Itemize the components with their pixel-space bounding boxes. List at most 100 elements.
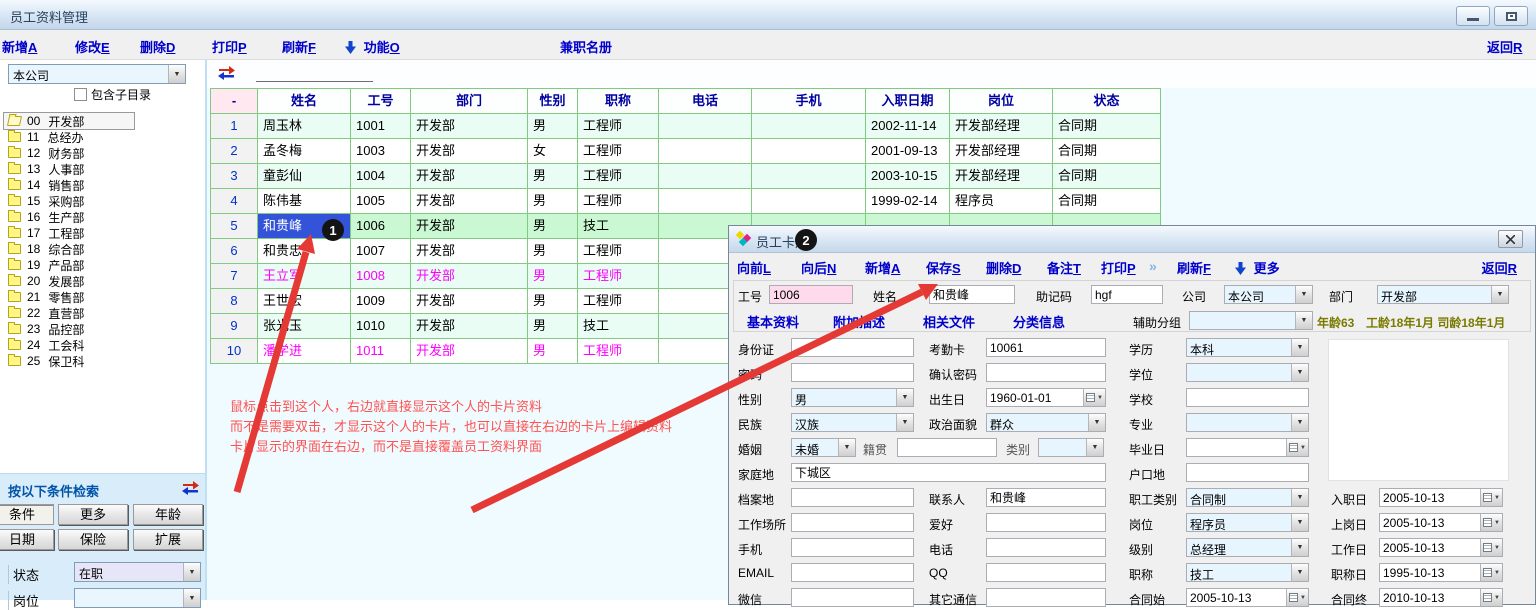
onboard-date-field[interactable]: 2005-10-13▼ — [1379, 513, 1503, 532]
cell-mobile[interactable] — [752, 189, 866, 214]
cell-dept[interactable]: 开发部 — [411, 189, 528, 214]
status-select[interactable]: 在职 ▼ — [74, 562, 201, 582]
tree-item[interactable]: 13 人事部 — [4, 161, 204, 177]
contract-start-field[interactable]: 2005-10-13▼ — [1186, 588, 1309, 607]
cell-status[interactable]: 合同期 — [1053, 114, 1161, 139]
empno-input[interactable] — [769, 285, 853, 304]
insurance-button[interactable]: 保险 — [58, 529, 128, 550]
tree-item[interactable]: 22 直营部 — [4, 305, 204, 321]
mnemonic-input[interactable] — [1091, 285, 1163, 304]
calendar-icon[interactable]: ▼ — [1480, 539, 1502, 556]
cell-id[interactable]: 1011 — [351, 339, 411, 364]
cell-hiredate[interactable]: 2001-09-13 — [866, 139, 950, 164]
card-return-button[interactable]: 返回R — [1482, 258, 1517, 277]
col-header-name[interactable]: 姓名 — [258, 89, 351, 114]
chevron-down-icon[interactable]: ▼ — [1088, 414, 1105, 431]
cell-id[interactable]: 1006 — [351, 214, 411, 239]
col-header-dept[interactable]: 部门 — [411, 89, 528, 114]
card-print-button[interactable]: 打印P — [1101, 258, 1136, 277]
cell-name[interactable]: 童彭仙 — [258, 164, 351, 189]
tree-item[interactable]: 21 零售部 — [4, 289, 204, 305]
menu-parttime-roster[interactable]: 兼职名册 — [560, 37, 612, 56]
chevron-down-icon[interactable]: ▼ — [168, 65, 185, 83]
cell-title[interactable]: 工程师 — [578, 164, 659, 189]
cell-mobile[interactable] — [752, 114, 866, 139]
chevron-down-icon[interactable]: ▼ — [1291, 364, 1308, 381]
company-combo[interactable]: 本公司▼ — [1224, 285, 1313, 304]
include-subdirectory-row[interactable]: 包含子目录 — [74, 86, 151, 103]
card-more-button[interactable]: 更多 — [1235, 258, 1280, 278]
chevron-down-icon[interactable]: ▼ — [1491, 286, 1508, 303]
cell-sex[interactable]: 男 — [528, 239, 578, 264]
post-combo[interactable]: 程序员▼ — [1186, 513, 1309, 532]
wechat-input[interactable] — [791, 588, 914, 607]
chevron-down-icon[interactable]: ▼ — [896, 414, 913, 431]
cell-title[interactable]: 工程师 — [578, 139, 659, 164]
confirm-password-input[interactable] — [986, 363, 1106, 382]
chevron-down-icon[interactable]: ▼ — [896, 389, 913, 406]
tree-item[interactable]: 14 销售部 — [4, 177, 204, 193]
table-row[interactable]: 3 童彭仙 1004 开发部 男 工程师 2003-10-15 开发部经理 合同… — [211, 164, 1161, 189]
cell-id[interactable]: 1007 — [351, 239, 411, 264]
chevron-down-icon[interactable]: ▼ — [1086, 439, 1103, 456]
cell-sex[interactable]: 男 — [528, 189, 578, 214]
card-delete-button[interactable]: 删除D — [986, 258, 1021, 277]
calendar-icon[interactable]: ▼ — [1480, 514, 1502, 531]
cell-name[interactable]: 张光玉 — [258, 314, 351, 339]
tab-related-files[interactable]: 相关文件 — [923, 312, 975, 331]
table-row[interactable]: 4 陈伟基 1005 开发部 男 工程师 1999-02-14 程序员 合同期 — [211, 189, 1161, 214]
tree-item[interactable]: 19 产品部 — [4, 257, 204, 273]
cell-sex[interactable]: 男 — [528, 314, 578, 339]
cell-id[interactable]: 1005 — [351, 189, 411, 214]
qq-input[interactable] — [986, 563, 1106, 582]
cell-name[interactable]: 孟冬梅 — [258, 139, 351, 164]
employee-type-combo[interactable]: 合同制▼ — [1186, 488, 1309, 507]
chevron-down-icon[interactable]: ▼ — [1291, 414, 1308, 431]
major-combo[interactable]: ▼ — [1186, 413, 1309, 432]
name-input[interactable] — [929, 285, 1015, 304]
maximize-button[interactable] — [1494, 6, 1528, 26]
cell-post[interactable]: 开发部经理 — [950, 139, 1053, 164]
calendar-icon[interactable]: ▼ — [1480, 589, 1502, 606]
ethnicity-combo[interactable]: 汉族▼ — [791, 413, 914, 432]
cell-id[interactable]: 1004 — [351, 164, 411, 189]
table-row[interactable]: 2 孟冬梅 1003 开发部 女 工程师 2001-09-13 开发部经理 合同… — [211, 139, 1161, 164]
tree-item[interactable]: 00 开发部 — [4, 113, 134, 129]
idcard-input[interactable] — [791, 338, 914, 357]
birthdate-field[interactable]: 1960-01-01▼ — [986, 388, 1106, 407]
cell-phone[interactable] — [659, 164, 752, 189]
condition-button[interactable]: 条件 — [0, 504, 54, 525]
swap-columns-icon[interactable] — [218, 65, 235, 85]
cell-post[interactable]: 开发部经理 — [950, 164, 1053, 189]
close-button[interactable] — [1498, 230, 1523, 248]
menu-add[interactable]: 新增A — [2, 37, 37, 56]
tree-item[interactable]: 16 生产部 — [4, 209, 204, 225]
col-header[interactable]: - — [211, 89, 258, 114]
category-combo[interactable]: ▼ — [1038, 438, 1104, 457]
cell-id[interactable]: 1003 — [351, 139, 411, 164]
cell-post[interactable]: 开发部经理 — [950, 114, 1053, 139]
chevron-down-icon[interactable]: ▼ — [183, 563, 200, 581]
cell-dept[interactable]: 开发部 — [411, 289, 528, 314]
cell-title[interactable]: 工程师 — [578, 289, 659, 314]
col-header-mobile[interactable]: 手机 — [752, 89, 866, 114]
calendar-icon[interactable]: ▼ — [1286, 439, 1308, 456]
col-header-status[interactable]: 状态 — [1053, 89, 1161, 114]
cell-status[interactable]: 合同期 — [1053, 164, 1161, 189]
school-input[interactable] — [1186, 388, 1309, 407]
job-title-combo[interactable]: 技工▼ — [1186, 563, 1309, 582]
cell-dept[interactable]: 开发部 — [411, 239, 528, 264]
archive-input[interactable] — [791, 488, 914, 507]
dept-combo[interactable]: 开发部▼ — [1377, 285, 1509, 304]
company-select[interactable]: 本公司 ▼ — [8, 64, 186, 84]
aux-group-combo[interactable]: ▼ — [1189, 311, 1313, 330]
contact-input[interactable] — [986, 488, 1106, 507]
degree-combo[interactable]: ▼ — [1186, 363, 1309, 382]
cell-status[interactable]: 合同期 — [1053, 189, 1161, 214]
email-input[interactable] — [791, 563, 914, 582]
cell-id[interactable]: 1008 — [351, 264, 411, 289]
cell-name[interactable]: 周玉林 — [258, 114, 351, 139]
cell-sex[interactable]: 男 — [528, 264, 578, 289]
col-header-title[interactable]: 职称 — [578, 89, 659, 114]
cell-phone[interactable] — [659, 189, 752, 214]
